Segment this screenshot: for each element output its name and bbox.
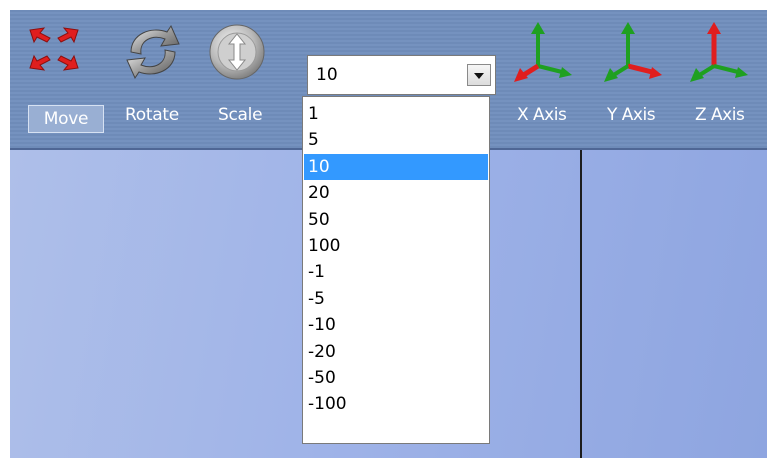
y-axis-tool[interactable]: Y Axis: [600, 10, 680, 140]
dropdown-option[interactable]: 100: [304, 233, 488, 259]
step-select[interactable]: 10: [307, 55, 496, 95]
dropdown-option[interactable]: -20: [304, 339, 488, 365]
step-dropdown-list[interactable]: 1 5 10 20 50 100 -1 -5 -10 -20 -50 -100: [302, 96, 490, 444]
move-tool[interactable]: Move: [10, 10, 110, 140]
dropdown-option[interactable]: -50: [304, 365, 488, 391]
rotate-tool[interactable]: Rotate: [115, 10, 200, 140]
dropdown-option[interactable]: 1: [304, 101, 488, 127]
step-select-value: 10: [316, 65, 338, 85]
dropdown-option[interactable]: 10: [304, 153, 488, 181]
scale-icon: [209, 24, 265, 80]
app-frame: Move Rotate Scale X Axis Y Axis Z Axis 1…: [10, 10, 767, 458]
chevron-down-icon: [474, 73, 484, 79]
dropdown-option[interactable]: 20: [304, 180, 488, 206]
y-axis-icon: [604, 22, 662, 82]
move-arrows-icon: [29, 27, 79, 71]
rotate-icon: [126, 24, 180, 80]
dropdown-option[interactable]: -10: [304, 312, 488, 338]
dropdown-option[interactable]: 5: [304, 127, 488, 153]
dropdown-arrow-button[interactable]: [467, 64, 491, 86]
z-axis-label: Z Axis: [695, 105, 745, 125]
scale-label: Scale: [218, 105, 263, 125]
x-axis-label: X Axis: [517, 105, 567, 125]
rotate-label: Rotate: [125, 105, 179, 125]
dropdown-option[interactable]: -100: [304, 391, 488, 417]
viewport-divider[interactable]: [580, 150, 582, 458]
dropdown-option[interactable]: 50: [304, 207, 488, 233]
z-axis-icon: [690, 22, 748, 82]
dropdown-option[interactable]: -1: [304, 259, 488, 285]
x-axis-tool[interactable]: X Axis: [510, 10, 590, 140]
z-axis-tool[interactable]: Z Axis: [686, 10, 766, 140]
x-axis-icon: [514, 22, 572, 82]
y-axis-label: Y Axis: [607, 105, 656, 125]
move-label: Move: [28, 105, 104, 133]
scale-tool[interactable]: Scale: [205, 10, 280, 140]
dropdown-option[interactable]: -5: [304, 286, 488, 312]
